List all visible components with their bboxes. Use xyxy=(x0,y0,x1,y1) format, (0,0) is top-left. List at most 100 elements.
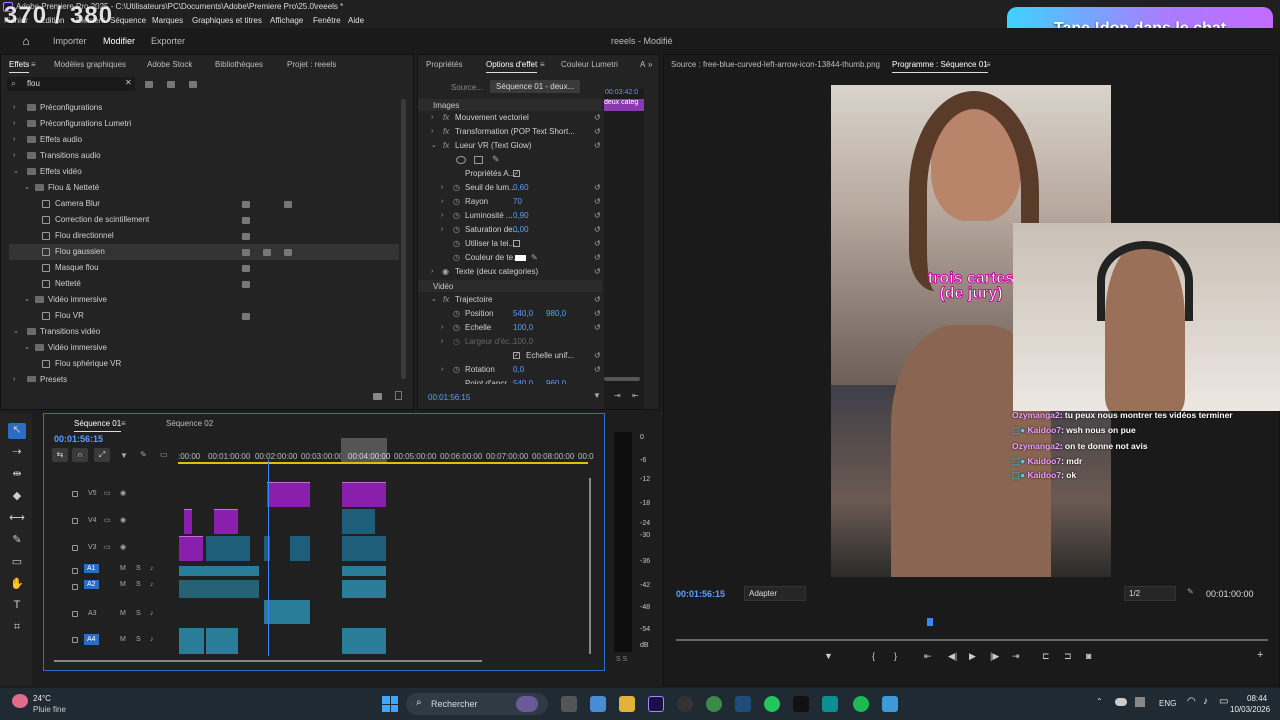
sequence-dropdown[interactable]: Séquence 01 - deux... xyxy=(490,80,581,93)
accelerated-filter-icon[interactable] xyxy=(145,81,153,88)
menu-icon[interactable]: ≡ xyxy=(31,60,36,69)
h-scrollbar[interactable] xyxy=(54,660,482,662)
task-view-icon[interactable] xyxy=(561,696,577,712)
tree-sharpen[interactable]: Netteté xyxy=(9,276,399,292)
search-box[interactable]: ⌕ flou ✕ xyxy=(7,77,135,91)
clip-a1-2[interactable] xyxy=(342,566,386,576)
spotify-icon[interactable] xyxy=(853,696,869,712)
playhead-line[interactable] xyxy=(268,460,269,656)
menu-help[interactable]: Aide xyxy=(348,16,364,25)
tab-program[interactable]: Programme : Séquence 01 xyxy=(892,60,988,73)
volume-icon[interactable]: ♪ xyxy=(1203,696,1208,707)
step-back-icon[interactable]: ◀| xyxy=(948,651,957,662)
clip-v4-2[interactable] xyxy=(214,509,238,534)
menu-markers[interactable]: Marques xyxy=(152,16,183,25)
track-a4[interactable]: A4 M S ♪ xyxy=(54,630,180,652)
clip-v3-2[interactable] xyxy=(206,536,250,561)
new-bin-icon[interactable] xyxy=(373,393,382,400)
32bit-filter-icon[interactable] xyxy=(167,81,175,88)
app-teal-icon[interactable] xyxy=(822,696,838,712)
hand-icon[interactable]: ✋ xyxy=(8,577,26,593)
wrench-icon[interactable]: ✎ xyxy=(1187,587,1194,596)
tree-video-effects[interactable]: ⌄ Effets vidéo xyxy=(9,164,399,180)
clip-v5-2[interactable] xyxy=(342,482,386,507)
overflow-icon[interactable]: » xyxy=(648,60,652,69)
mark-in-icon[interactable]: { xyxy=(872,651,875,661)
slip-icon[interactable]: ⟷ xyxy=(8,511,26,527)
file-explorer-icon[interactable] xyxy=(619,696,635,712)
clear-search-icon[interactable]: ✕ xyxy=(125,78,132,87)
ec-scrollbar[interactable] xyxy=(604,377,640,381)
filter-icon[interactable]: ▼ xyxy=(593,391,601,400)
menu-icon[interactable]: ≡ xyxy=(121,419,126,428)
start-icon[interactable] xyxy=(382,696,398,712)
clip-a2-1[interactable] xyxy=(179,580,259,598)
marker-icon[interactable]: ▼ xyxy=(120,451,128,460)
tab-export[interactable]: Exporter xyxy=(151,36,185,46)
menu-graphics[interactable]: Graphiques et titres xyxy=(192,16,262,25)
source-tab[interactable]: Source... xyxy=(451,83,483,92)
tray-cloud-icon[interactable] xyxy=(1115,698,1127,706)
rect-mask-icon[interactable] xyxy=(474,156,483,164)
import-icon[interactable]: ⇤ xyxy=(632,391,639,400)
playhead-marker[interactable] xyxy=(927,618,933,626)
effect-lueur-vr[interactable]: ⌄ fx Lueur VR (Text Glow) ↺ xyxy=(431,138,601,154)
insert-icon[interactable]: ⊏ xyxy=(1042,651,1050,662)
obs-icon[interactable] xyxy=(677,696,693,712)
settings-icon[interactable]: ✎ xyxy=(140,450,147,459)
premiere-icon[interactable] xyxy=(648,696,664,712)
clock-time[interactable]: 08:44 xyxy=(1247,694,1267,703)
tab-source[interactable]: Source : free-blue-curved-left-arrow-ico… xyxy=(671,60,880,69)
play-icon[interactable]: ▶ xyxy=(969,651,976,662)
tree-camera-blur[interactable]: Camera Blur xyxy=(9,196,399,212)
menu-icon[interactable]: ≡ xyxy=(540,60,545,69)
pen-mask-icon[interactable]: ✎ xyxy=(492,154,500,165)
solo-left[interactable]: S S xyxy=(616,656,627,663)
program-scrubber[interactable] xyxy=(676,639,1268,641)
pen-icon[interactable]: ✎ xyxy=(8,533,26,549)
tab-effects[interactable]: Effets xyxy=(9,60,30,73)
go-to-in-icon[interactable]: ⇤ xyxy=(924,651,932,662)
clip-v3-4[interactable] xyxy=(290,536,310,561)
battery-icon[interactable]: ▭ xyxy=(1219,696,1228,707)
tree-vr-blur[interactable]: Flou VR xyxy=(9,308,399,324)
scrollbar[interactable] xyxy=(401,99,406,379)
menu-icon[interactable]: ≡ xyxy=(986,60,991,69)
trash-icon[interactable] xyxy=(395,391,402,400)
menu-window[interactable]: Fenêtre xyxy=(313,16,341,25)
marker-icon[interactable]: ▼ xyxy=(824,651,833,661)
tab-sequence-02[interactable]: Séquence 02 xyxy=(166,419,213,428)
resolution-dropdown[interactable]: 1/2 xyxy=(1124,586,1176,601)
overwrite-icon[interactable]: ⊐ xyxy=(1064,651,1072,662)
copilot-icon[interactable] xyxy=(590,696,606,712)
steam-icon[interactable] xyxy=(735,696,751,712)
clip-v3-3[interactable] xyxy=(264,536,270,561)
clip-v3-1[interactable] xyxy=(179,536,203,561)
rectangle-icon[interactable]: ▭ xyxy=(8,555,26,571)
captions-icon[interactable]: ▭ xyxy=(160,450,168,459)
fit-dropdown[interactable]: Adapter xyxy=(744,586,806,601)
effect-texte[interactable]: › ◉ Texte (deux categories) ↺ xyxy=(431,264,601,280)
tab-lumetri-color[interactable]: Couleur Lumetri xyxy=(561,60,618,69)
wifi-icon[interactable]: ◠ xyxy=(1187,696,1196,707)
nest-icon[interactable]: ⇆ xyxy=(52,448,68,462)
tab-sequence-01[interactable]: Séquence 01 xyxy=(74,419,122,432)
type-icon[interactable]: T xyxy=(8,599,26,615)
app-green-icon[interactable] xyxy=(764,696,780,712)
tree-directional-blur[interactable]: Flou directionnel xyxy=(9,228,399,244)
tab-properties[interactable]: Propriétés xyxy=(426,60,462,69)
chrome-icon[interactable] xyxy=(706,696,722,712)
tray-chevron-icon[interactable]: ⌃ xyxy=(1096,697,1103,706)
language-indicator[interactable]: ENG xyxy=(1159,699,1176,708)
linked-icon[interactable]: ⤢ xyxy=(94,448,110,462)
clip-a4-2[interactable] xyxy=(206,628,238,654)
menu-sequence[interactable]: Séquence xyxy=(110,16,146,25)
mark-out-icon[interactable]: } xyxy=(894,651,897,661)
clip-v4-1[interactable] xyxy=(184,509,192,534)
clock-date[interactable]: 10/03/2026 xyxy=(1230,705,1270,714)
tree-presets[interactable]: › Préconfigurations xyxy=(9,100,399,116)
track-v4[interactable]: V4 ▭ ◉ xyxy=(54,511,180,533)
clip-a2-2[interactable] xyxy=(342,580,386,598)
tree-presets-2[interactable]: › Presets xyxy=(9,372,399,382)
prop-point[interactable]: Point d'ancr... 540,0 960,0 xyxy=(431,376,601,384)
